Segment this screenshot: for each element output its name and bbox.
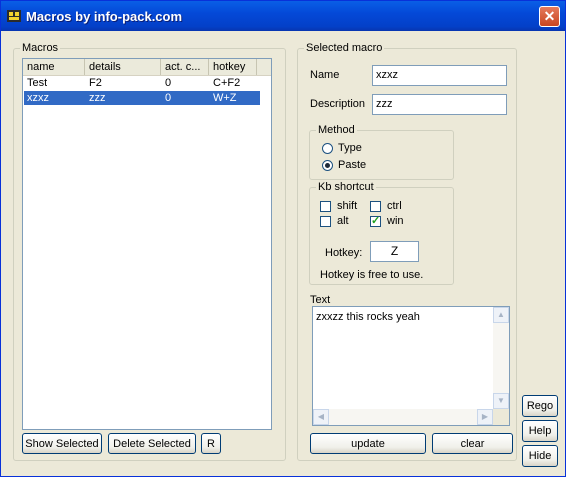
row-act-count: 0 — [165, 92, 172, 104]
horizontal-scrollbar[interactable]: ◀ ▶ — [313, 409, 493, 425]
update-button[interactable]: update — [310, 433, 426, 454]
shift-label[interactable]: shift — [337, 200, 357, 212]
hotkey-status: Hotkey is free to use. — [320, 269, 424, 281]
win-checkbox[interactable]: ✓ — [370, 216, 381, 227]
name-label: Name — [310, 69, 340, 81]
scroll-up-icon[interactable]: ▲ — [493, 307, 509, 323]
table-row-selected[interactable]: xzxz zzz 0 W+Z — [24, 91, 260, 105]
text-label: Text — [310, 294, 331, 306]
type-radio-label[interactable]: Type — [338, 142, 362, 154]
vertical-scrollbar[interactable]: ▲ ▼ — [493, 307, 509, 409]
window-title: Macros by info-pack.com — [26, 9, 183, 24]
column-header-details[interactable]: details — [85, 59, 161, 75]
macros-group-label: Macros — [20, 42, 61, 54]
paste-radio[interactable] — [322, 160, 333, 171]
show-selected-button[interactable]: Show Selected — [22, 433, 102, 454]
hotkey-field[interactable]: Z — [370, 241, 419, 262]
row-name: Test — [27, 77, 48, 89]
row-name: xzxz — [27, 92, 49, 104]
shift-checkbox[interactable] — [320, 201, 331, 212]
method-group: Method — [309, 124, 454, 180]
win-label[interactable]: win — [387, 215, 404, 227]
list-header: name details act. c... hotkey — [23, 59, 271, 76]
description-label: Description — [310, 98, 366, 110]
method-group-label: Method — [316, 124, 357, 136]
scroll-left-icon[interactable]: ◀ — [313, 409, 329, 425]
close-button[interactable]: ✕ — [539, 6, 560, 27]
close-icon: ✕ — [543, 8, 556, 24]
description-field[interactable]: zzz — [372, 94, 507, 115]
table-row[interactable]: Test F2 0 C+F2 — [24, 76, 260, 90]
rego-button[interactable]: Rego — [522, 395, 558, 417]
alt-label[interactable]: alt — [337, 215, 349, 227]
column-header-name[interactable]: name — [23, 59, 85, 75]
r-button[interactable]: R — [201, 433, 221, 454]
scroll-down-icon[interactable]: ▼ — [493, 393, 509, 409]
name-field[interactable]: xzxz — [372, 65, 507, 86]
column-header-filler — [257, 59, 271, 75]
type-radio[interactable] — [322, 143, 333, 154]
scroll-right-icon[interactable]: ▶ — [477, 409, 493, 425]
ctrl-checkbox[interactable] — [370, 201, 381, 212]
app-icon — [7, 10, 21, 22]
row-act-count: 0 — [165, 77, 172, 89]
help-button[interactable]: Help — [522, 420, 558, 442]
kb-shortcut-group-label: Kb shortcut — [316, 181, 376, 193]
column-header-act-count[interactable]: act. c... — [161, 59, 209, 75]
paste-radio-label[interactable]: Paste — [338, 159, 366, 171]
delete-selected-button[interactable]: Delete Selected — [108, 433, 196, 454]
column-header-hotkey[interactable]: hotkey — [209, 59, 257, 75]
title-bar[interactable]: Macros by info-pack.com ✕ — [1, 1, 565, 31]
client-area: Macros name details act. c... hotkey Tes… — [4, 31, 562, 474]
hide-button[interactable]: Hide — [522, 445, 558, 467]
selected-macro-group-label: Selected macro — [304, 42, 385, 54]
hotkey-label: Hotkey: — [325, 247, 363, 259]
scroll-corner — [493, 409, 509, 425]
macros-list[interactable]: name details act. c... hotkey Test F2 0 … — [22, 58, 272, 430]
text-area-content: zxxzz this rocks yeah — [316, 311, 420, 323]
row-hotkey: C+F2 — [213, 77, 241, 89]
alt-checkbox[interactable] — [320, 216, 331, 227]
row-hotkey: W+Z — [213, 92, 237, 104]
clear-button[interactable]: clear — [432, 433, 513, 454]
row-details: F2 — [89, 77, 102, 89]
text-area[interactable]: zxxzz this rocks yeah ▲ ▼ ◀ ▶ — [312, 306, 510, 426]
row-details: zzz — [89, 92, 106, 104]
checkmark-icon: ✓ — [371, 215, 381, 227]
ctrl-label[interactable]: ctrl — [387, 200, 402, 212]
macros-window: Macros by info-pack.com ✕ Macros name de… — [0, 0, 566, 477]
